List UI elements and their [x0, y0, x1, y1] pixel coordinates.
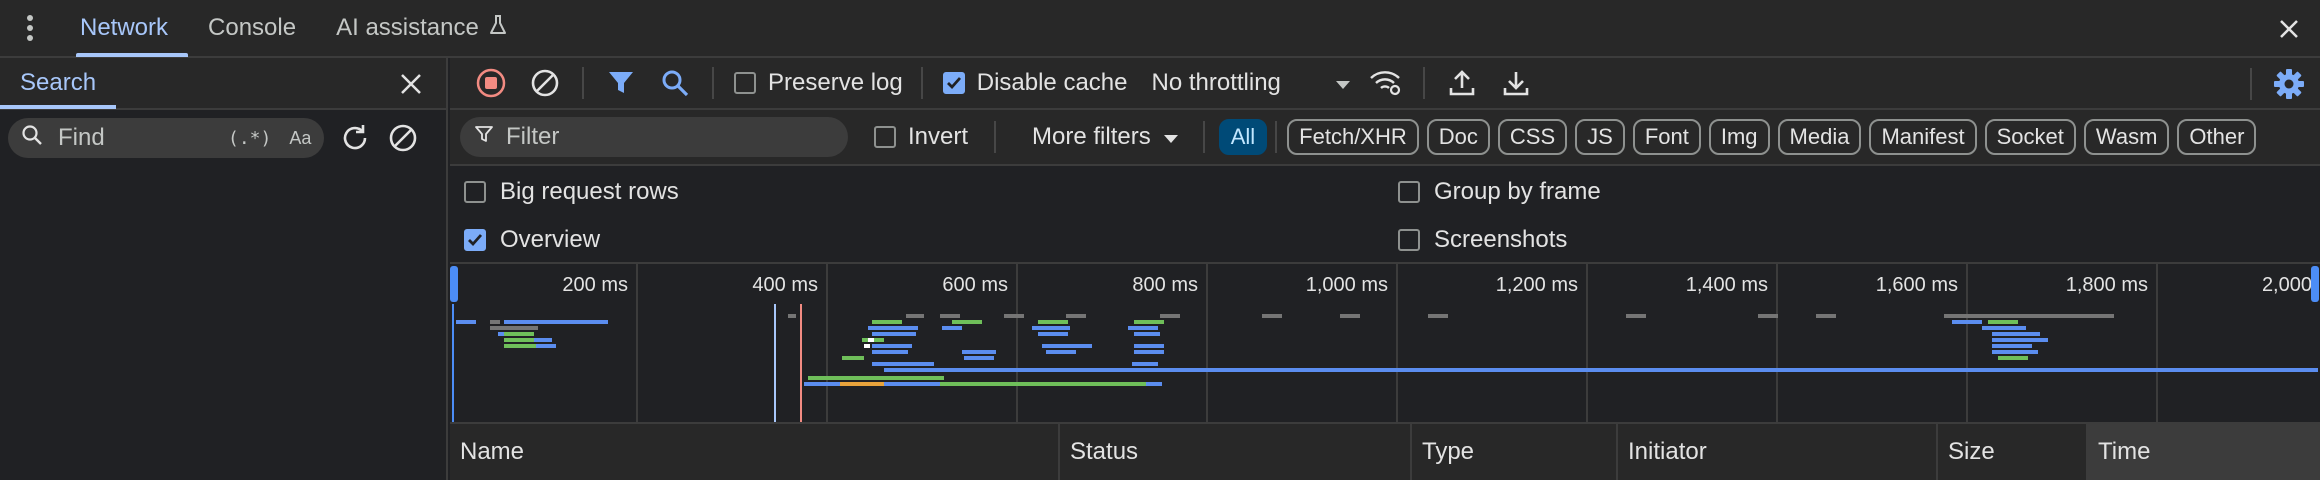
type-filter-css[interactable]: CSS [1497, 119, 1568, 155]
column-header-type[interactable]: Type [1412, 424, 1618, 480]
check-icon [946, 77, 961, 90]
tab-network[interactable]: Network [60, 0, 189, 57]
separator [582, 67, 584, 99]
filter-bar: Invert More filters All Fetch/XHR Doc CS… [450, 110, 2320, 166]
clear-icon[interactable] [528, 66, 562, 100]
invert-label: Invert [908, 123, 969, 150]
group-by-frame-label: Group by frame [1434, 178, 1601, 205]
chevron-down-icon [1335, 69, 1351, 97]
refresh-icon[interactable] [338, 121, 372, 155]
throttling-value: No throttling [1151, 69, 1281, 96]
type-filter-wasm[interactable]: Wasm [2083, 119, 2170, 155]
requests-table-header: Name Status Type Initiator Size Time [450, 424, 2320, 480]
regex-toggle[interactable]: (.*) [228, 128, 271, 149]
import-har-icon[interactable] [1445, 66, 1479, 100]
big-request-rows-label: Big request rows [500, 178, 679, 205]
type-filter-js[interactable]: JS [1575, 119, 1625, 155]
type-filter-other[interactable]: Other [2177, 119, 2257, 155]
type-filter-socket[interactable]: Socket [1984, 119, 2076, 155]
network-overview[interactable]: 200 ms 400 ms 600 ms 800 ms 1,000 ms 1,2… [450, 262, 2320, 424]
separator [712, 67, 714, 99]
preserve-log-label: Preserve log [768, 69, 903, 96]
find-box: (.*) Aa [8, 118, 324, 158]
type-filter-media[interactable]: Media [1777, 119, 1862, 155]
type-filter-all[interactable]: All [1218, 119, 1268, 155]
find-input[interactable] [58, 124, 218, 152]
search-header: Search [0, 58, 446, 110]
tab-console[interactable]: Console [188, 0, 316, 57]
overview-label: Overview [500, 226, 601, 253]
type-filter-fetch-xhr[interactable]: Fetch/XHR [1287, 119, 1419, 155]
more-options-icon[interactable] [0, 0, 60, 57]
filter-icon[interactable] [604, 66, 638, 100]
preserve-log-checkbox[interactable] [734, 72, 756, 94]
separator [1202, 121, 1205, 153]
column-header-status[interactable]: Status [1060, 424, 1412, 480]
separator [994, 121, 997, 153]
screenshots-checkbox[interactable] [1398, 229, 1420, 251]
find-row: (.*) Aa [0, 110, 446, 166]
screenshots-setting: Screenshots [1398, 226, 1567, 254]
clear-search-icon[interactable] [386, 121, 420, 155]
overview-setting: Overview [464, 226, 600, 254]
search-panel: Search (.*) Aa [0, 58, 448, 480]
gear-icon[interactable] [2272, 67, 2306, 101]
more-filters-dropdown[interactable]: More filters [1032, 123, 1179, 151]
type-filter-img[interactable]: Img [1708, 119, 1770, 155]
screenshots-label: Screenshots [1434, 226, 1568, 253]
disable-cache-label: Disable cache [976, 69, 1128, 96]
match-case-toggle[interactable]: Aa [289, 128, 311, 149]
network-toolbar: Preserve log Disable cache No throttling [450, 58, 2320, 110]
type-filter-font[interactable]: Font [1632, 119, 1701, 155]
chevron-down-icon [1163, 123, 1179, 151]
devtools-tab-bar: Network Console AI assistance [0, 0, 2320, 58]
more-filters-label: More filters [1032, 123, 1151, 150]
separator [920, 67, 923, 99]
network-conditions-icon[interactable] [1369, 66, 1403, 100]
group-by-frame-checkbox[interactable] [1398, 181, 1420, 203]
group-by-frame-setting: Group by frame [1398, 178, 1601, 206]
disable-cache-checkbox[interactable] [942, 72, 965, 94]
check-icon [468, 234, 483, 247]
export-har-icon[interactable] [1499, 66, 1533, 100]
filter-input[interactable] [506, 123, 806, 151]
close-search-icon[interactable] [396, 69, 426, 99]
separator [2250, 68, 2252, 100]
beaker-icon [489, 14, 507, 43]
close-devtools-icon[interactable] [2274, 14, 2304, 44]
overview-waterfall [452, 304, 2318, 422]
type-filter-doc[interactable]: Doc [1426, 119, 1490, 155]
filter-box [460, 117, 848, 157]
stop-recording-icon[interactable] [474, 66, 508, 100]
column-header-time[interactable]: Time [2088, 424, 2320, 480]
network-settings: Big request rows Overview Group by frame… [450, 166, 2320, 262]
column-header-size[interactable]: Size [1938, 424, 2088, 480]
overview-checkbox[interactable] [464, 229, 486, 251]
tab-ai-assistance[interactable]: AI assistance [316, 0, 527, 57]
throttling-select[interactable]: No throttling [1151, 69, 1351, 97]
big-request-rows-checkbox[interactable] [464, 181, 486, 203]
search-icon [20, 123, 44, 154]
big-request-rows-setting: Big request rows [464, 178, 679, 206]
search-icon[interactable] [658, 66, 692, 100]
separator [1275, 121, 1278, 153]
column-header-name[interactable]: Name [450, 424, 1060, 480]
invert-checkbox[interactable] [874, 126, 896, 148]
tab-search[interactable]: Search [0, 57, 117, 109]
type-filter-manifest[interactable]: Manifest [1869, 119, 1977, 155]
column-header-initiator[interactable]: Initiator [1618, 424, 1938, 480]
funnel-icon [474, 123, 494, 151]
separator [1423, 67, 1426, 99]
